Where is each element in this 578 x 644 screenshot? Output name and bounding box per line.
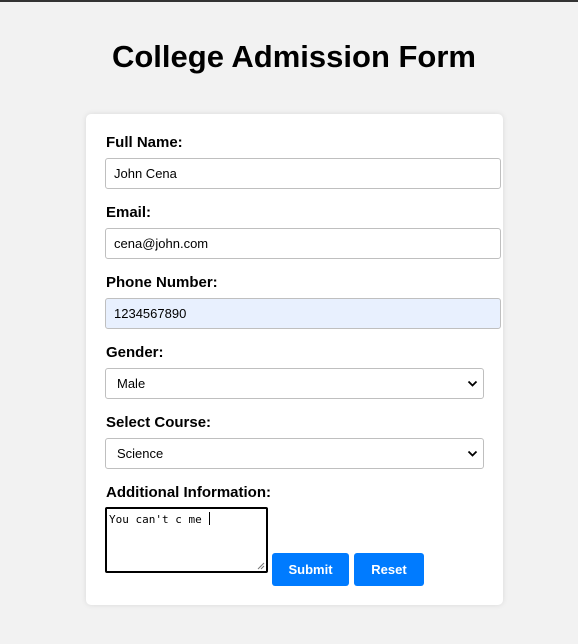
resize-grip-icon[interactable]: [256, 561, 265, 570]
text-caret: [209, 512, 211, 525]
gender-select-value: Male: [117, 376, 146, 391]
chevron-down-icon: [467, 380, 478, 387]
phone-label: Phone Number:: [106, 274, 218, 291]
course-select-value: Science: [117, 446, 164, 461]
course-select[interactable]: Science: [105, 438, 484, 469]
email-input[interactable]: [105, 228, 501, 259]
gender-select[interactable]: Male: [105, 368, 484, 399]
reset-button[interactable]: Reset: [354, 553, 424, 586]
page-title: College Admission Form: [111, 39, 476, 74]
course-label: Select Course:: [106, 414, 212, 431]
full-name-input[interactable]: [105, 158, 501, 189]
gender-label: Gender:: [106, 344, 164, 361]
submit-button[interactable]: Submit: [272, 553, 349, 586]
additional-info-text: You can't c me: [109, 513, 209, 526]
phone-input[interactable]: [105, 298, 501, 329]
additional-info-label: Additional Information:: [106, 484, 271, 501]
chevron-down-icon: [467, 450, 478, 457]
window-top-border: [0, 0, 578, 2]
full-name-label: Full Name:: [106, 134, 183, 151]
email-label: Email:: [106, 204, 152, 221]
additional-info-textarea[interactable]: You can't c me: [105, 507, 268, 573]
